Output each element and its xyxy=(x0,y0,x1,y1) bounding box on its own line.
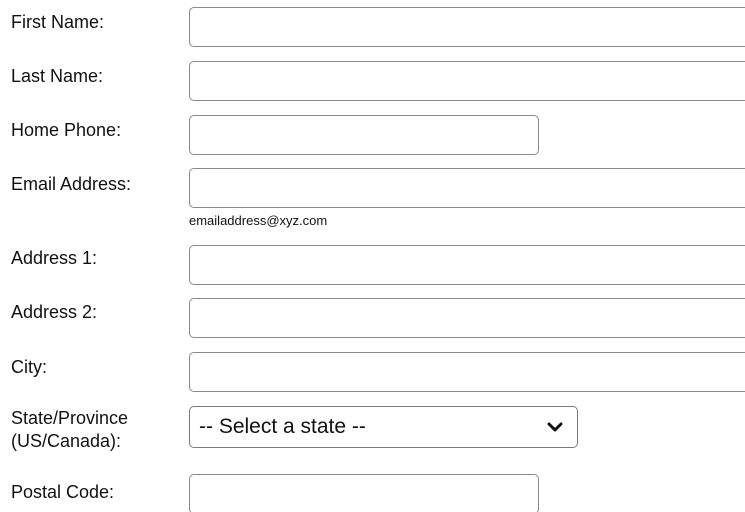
form-viewport: First Name: Last Name: Home Phone: Email… xyxy=(0,0,745,512)
address2-field[interactable] xyxy=(189,298,745,338)
email-field[interactable] xyxy=(189,168,745,208)
email-label: Email Address: xyxy=(11,174,132,194)
home-phone-label: Home Phone: xyxy=(11,120,122,140)
state-label-line2: (US/Canada): xyxy=(11,431,122,451)
city-field[interactable] xyxy=(189,352,745,392)
email-hint: emailaddress@xyz.com xyxy=(189,213,328,228)
contact-form: First Name: Last Name: Home Phone: Email… xyxy=(0,0,745,512)
city-label: City: xyxy=(11,357,47,377)
state-select[interactable]: -- Select a state -- xyxy=(189,406,578,448)
postal-code-label: Postal Code: xyxy=(11,482,115,502)
address1-field[interactable] xyxy=(189,245,745,285)
chevron-down-icon xyxy=(547,422,563,432)
last-name-label: Last Name: xyxy=(11,66,104,86)
state-label-line1: State/Province xyxy=(11,408,129,428)
address1-label: Address 1: xyxy=(11,248,98,268)
postal-code-field[interactable] xyxy=(189,474,539,512)
first-name-label: First Name: xyxy=(11,12,105,32)
last-name-field[interactable] xyxy=(189,61,745,101)
home-phone-field[interactable] xyxy=(189,115,539,155)
address2-label: Address 2: xyxy=(11,302,98,322)
state-select-value: -- Select a state -- xyxy=(199,415,366,438)
first-name-field[interactable] xyxy=(189,7,745,47)
